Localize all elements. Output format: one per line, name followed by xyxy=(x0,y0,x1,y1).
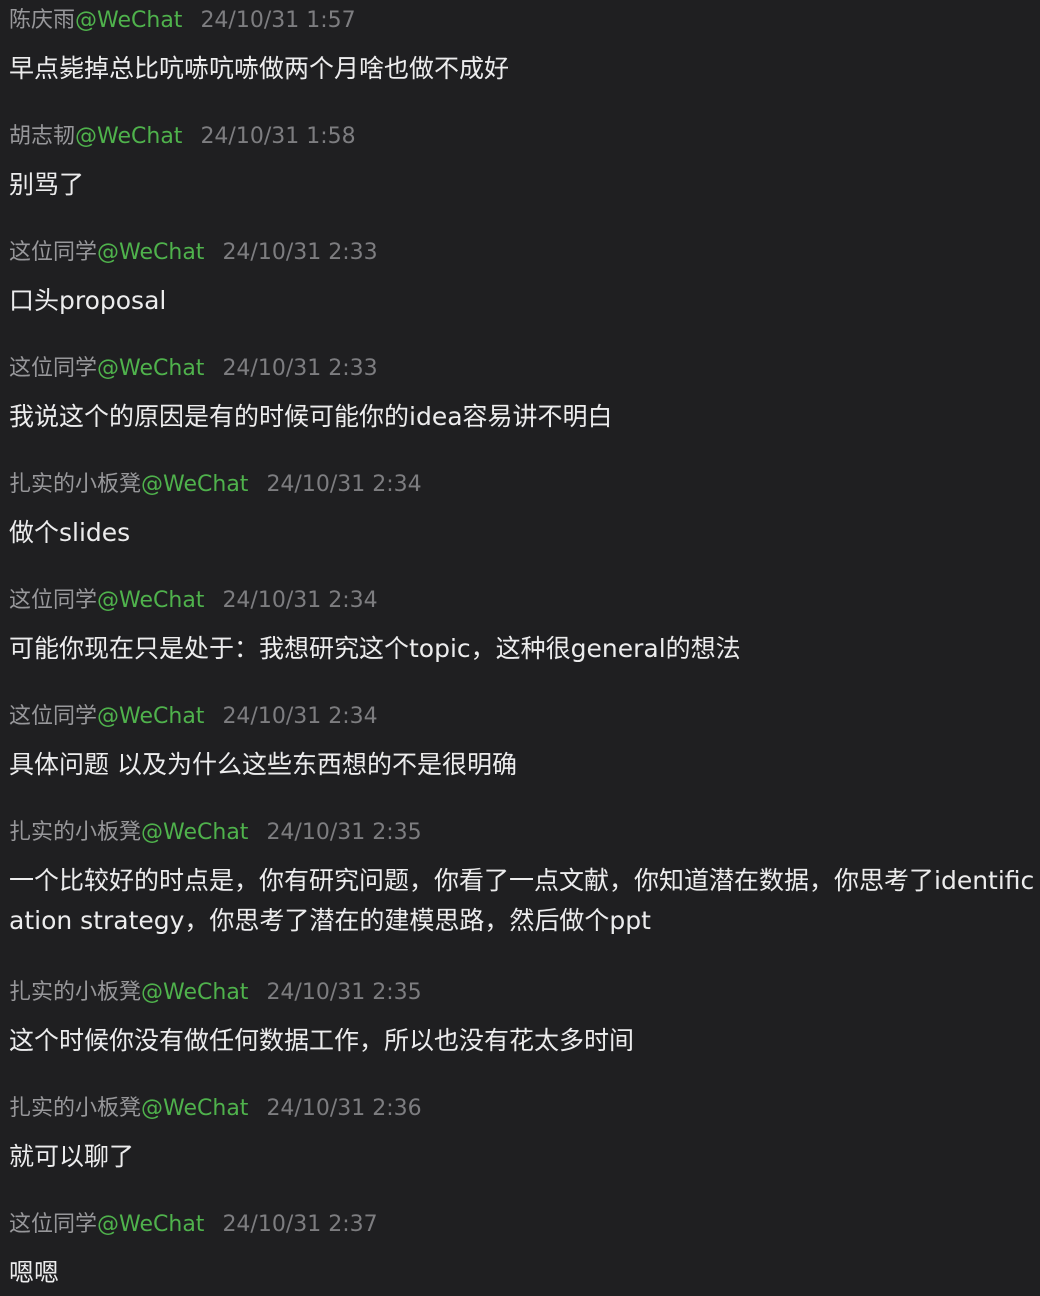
sender-name[interactable]: 这位同学 xyxy=(9,240,97,265)
sender-platform-tag: @WeChat xyxy=(141,820,249,845)
sender-platform-tag: @WeChat xyxy=(97,356,205,381)
message-header: 胡志韧@WeChat 24/10/31 1:58 xyxy=(9,119,356,155)
message-timestamp: 24/10/31 2:34 xyxy=(266,472,422,497)
message-text[interactable]: 我说这个的原因是有的时候可能你的idea容易讲不明白 xyxy=(9,397,1039,437)
sender-name[interactable]: 胡志韧 xyxy=(9,124,75,149)
message-timestamp: 24/10/31 2:34 xyxy=(222,704,378,729)
message-timestamp: 24/10/31 2:36 xyxy=(266,1096,422,1121)
message-text[interactable]: 具体问题 以及为什么这些东西想的不是很明确 xyxy=(9,745,1039,785)
message-header: 这位同学@WeChat 24/10/31 2:34 xyxy=(9,699,378,735)
sender-platform-tag: @WeChat xyxy=(97,1212,205,1237)
sender-platform-tag: @WeChat xyxy=(75,8,183,33)
sender-name[interactable]: 这位同学 xyxy=(9,1212,97,1237)
message-timestamp: 24/10/31 2:35 xyxy=(266,820,422,845)
message-timestamp: 24/10/31 2:34 xyxy=(222,588,378,613)
message-timestamp: 24/10/31 2:37 xyxy=(222,1212,378,1237)
message-text[interactable]: 别骂了 xyxy=(9,165,1039,205)
message-timestamp: 24/10/31 2:35 xyxy=(266,980,422,1005)
message-header: 扎实的小板凳@WeChat 24/10/31 2:36 xyxy=(9,1091,422,1127)
sender-platform-tag: @WeChat xyxy=(75,124,183,149)
message-timestamp: 24/10/31 2:33 xyxy=(222,240,378,265)
sender-name[interactable]: 扎实的小板凳 xyxy=(9,820,141,845)
message-header: 这位同学@WeChat 24/10/31 2:33 xyxy=(9,235,378,271)
message-header: 扎实的小板凳@WeChat 24/10/31 2:35 xyxy=(9,815,422,851)
message-text[interactable]: 口头proposal xyxy=(9,281,1039,321)
sender-platform-tag: @WeChat xyxy=(97,704,205,729)
message-text[interactable]: 做个slides xyxy=(9,513,1039,553)
chat-log: 陈庆雨@WeChat 24/10/31 1:57 早点毙掉总比吭哧吭哧做两个月啥也… xyxy=(0,0,1040,1296)
message-text[interactable]: 早点毙掉总比吭哧吭哧做两个月啥也做不成好 xyxy=(9,49,1039,89)
message-text[interactable]: 这个时候你没有做任何数据工作，所以也没有花太多时间 xyxy=(9,1021,1039,1061)
message-header: 陈庆雨@WeChat 24/10/31 1:57 xyxy=(9,3,356,39)
message-header: 扎实的小板凳@WeChat 24/10/31 2:34 xyxy=(9,467,422,503)
message-timestamp: 24/10/31 2:33 xyxy=(222,356,378,381)
sender-name[interactable]: 这位同学 xyxy=(9,588,97,613)
message-header: 这位同学@WeChat 24/10/31 2:33 xyxy=(9,351,378,387)
message-timestamp: 24/10/31 1:58 xyxy=(200,124,356,149)
message-header: 扎实的小板凳@WeChat 24/10/31 2:35 xyxy=(9,975,422,1011)
sender-platform-tag: @WeChat xyxy=(141,1096,249,1121)
sender-platform-tag: @WeChat xyxy=(97,240,205,265)
sender-name[interactable]: 扎实的小板凳 xyxy=(9,472,141,497)
message-timestamp: 24/10/31 1:57 xyxy=(200,8,356,33)
sender-platform-tag: @WeChat xyxy=(141,472,249,497)
sender-name[interactable]: 陈庆雨 xyxy=(9,8,75,33)
message-header: 这位同学@WeChat 24/10/31 2:34 xyxy=(9,583,378,619)
message-text[interactable]: 一个比较好的时点是，你有研究问题，你看了一点文献，你知道潜在数据，你思考了ide… xyxy=(9,861,1039,941)
sender-name[interactable]: 这位同学 xyxy=(9,356,97,381)
sender-name[interactable]: 这位同学 xyxy=(9,704,97,729)
sender-name[interactable]: 扎实的小板凳 xyxy=(9,1096,141,1121)
sender-name[interactable]: 扎实的小板凳 xyxy=(9,980,141,1005)
message-header: 这位同学@WeChat 24/10/31 2:37 xyxy=(9,1207,378,1243)
sender-platform-tag: @WeChat xyxy=(97,588,205,613)
message-text[interactable]: 嗯嗯 xyxy=(9,1253,1039,1293)
sender-platform-tag: @WeChat xyxy=(141,980,249,1005)
message-text[interactable]: 就可以聊了 xyxy=(9,1137,1039,1177)
message-text[interactable]: 可能你现在只是处于：我想研究这个topic，这种很general的想法 xyxy=(9,629,1039,669)
